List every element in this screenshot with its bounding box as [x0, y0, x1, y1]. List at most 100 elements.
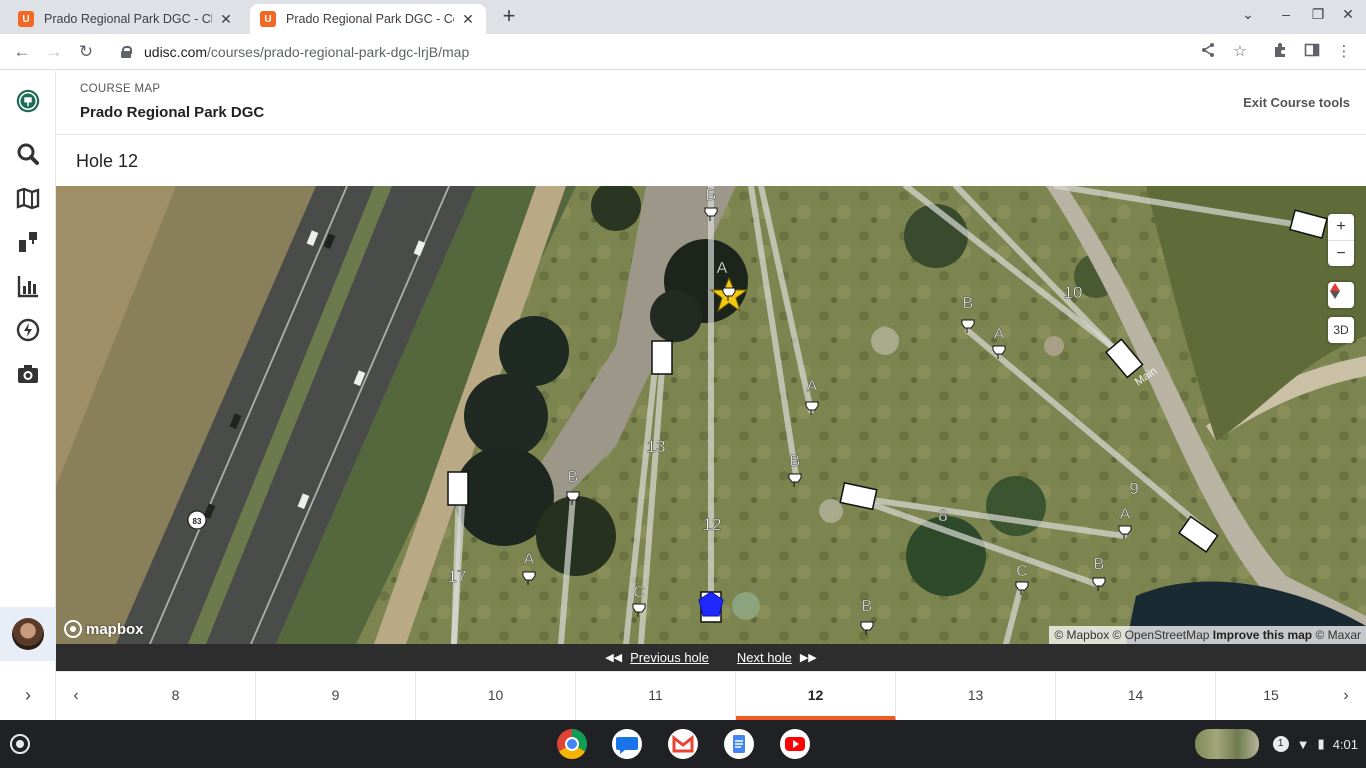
chrome-app-icon[interactable] — [555, 727, 589, 761]
address-bar[interactable]: udisc.com /courses/prado-regional-park-d… — [110, 38, 1260, 66]
hole-tab[interactable]: 14 — [1056, 672, 1216, 721]
previous-arrow-icon: ◀◀ — [605, 652, 623, 664]
hole-tab-active[interactable]: 12 — [736, 672, 896, 721]
bookmark-star-icon[interactable]: ☆ — [1230, 42, 1250, 62]
basket-label-a-left: A — [524, 551, 535, 568]
basket-icon[interactable] — [566, 491, 580, 505]
basket-icon[interactable] — [1015, 581, 1029, 595]
extensions-icon[interactable] — [1270, 42, 1290, 62]
basket-icon[interactable] — [992, 345, 1006, 359]
new-tab-button[interactable]: + — [498, 5, 520, 27]
tee-pad-right[interactable] — [1289, 209, 1328, 239]
course-map[interactable]: 83 B A A B B A B A C B C A B 13 12 17 10… — [56, 186, 1366, 644]
next-arrow-icon: ▶▶ — [799, 652, 817, 664]
improve-map-link[interactable]: Improve this map — [1213, 628, 1312, 642]
hole-number-9: 9 — [1129, 479, 1138, 498]
mapbox-logo[interactable]: mapbox — [64, 620, 144, 638]
holding-space-thumbnail[interactable] — [1194, 729, 1259, 759]
basket-icon[interactable] — [1118, 525, 1132, 539]
hole-number-17: 17 — [448, 567, 467, 586]
camera-icon[interactable] — [16, 362, 40, 386]
messages-app-icon[interactable] — [610, 727, 644, 761]
tee-signs-icon[interactable] — [16, 230, 40, 254]
tee-pad-17[interactable] — [447, 471, 469, 506]
hole-tab[interactable]: 10 — [416, 672, 576, 721]
browser-tab-1[interactable]: U Prado Regional Park DGC - Chin ✕ — [8, 4, 244, 34]
previous-hole-link[interactable]: Previous hole — [630, 650, 709, 665]
next-hole-link[interactable]: Next hole — [737, 650, 792, 665]
avatar-photo — [12, 618, 44, 650]
hole-tab[interactable]: 13 — [896, 672, 1056, 721]
side-panel-icon[interactable] — [1302, 42, 1322, 62]
zoom-in-button[interactable]: + — [1328, 214, 1354, 240]
clock-time[interactable]: 4:01 — [1333, 737, 1358, 752]
browser-toolbar: ← → ↻ udisc.com /courses/prado-regional-… — [0, 34, 1366, 70]
basket-icon[interactable] — [704, 207, 718, 221]
hole-tabs: ‹ 8 9 10 11 12 13 14 15 › — [56, 671, 1366, 721]
zoom-out-button[interactable]: − — [1328, 240, 1354, 266]
basket-label-b-right: B — [1094, 556, 1105, 573]
forward-arrow-icon[interactable]: → — [42, 40, 66, 64]
mapbox-logo-text: mapbox — [86, 620, 144, 638]
reload-icon[interactable]: ↻ — [74, 40, 98, 64]
tab-close-icon[interactable]: ✕ — [460, 11, 476, 28]
expand-sidebar-chevron-icon[interactable]: › — [16, 683, 40, 707]
attribution-mapbox[interactable]: © Mapbox — [1054, 628, 1109, 642]
notification-count-badge[interactable]: 1 — [1272, 736, 1289, 752]
basket-icon[interactable] — [805, 401, 819, 415]
app-sidebar: › — [0, 71, 56, 720]
hole-tab[interactable]: 15 — [1216, 672, 1326, 721]
tab-search-icon[interactable]: ⌄ — [1238, 6, 1258, 23]
basket-label-star-a: A — [717, 260, 728, 277]
hole-number-12: 12 — [703, 515, 722, 534]
gmail-app-icon[interactable] — [666, 727, 700, 761]
stats-chart-icon[interactable] — [16, 274, 40, 298]
compass-icon[interactable] — [1328, 282, 1354, 308]
basket-icon[interactable] — [1092, 577, 1106, 591]
youtube-app-icon[interactable] — [778, 727, 812, 761]
hole-tabs-scroll-right-icon[interactable]: › — [1326, 672, 1366, 721]
system-tray[interactable]: 1 ▼ ▮ 4:01 — [1194, 728, 1358, 760]
hole-tabs-scroll-left-icon[interactable]: ‹ — [56, 672, 96, 721]
launcher-icon[interactable] — [10, 734, 30, 754]
basket-icon[interactable] — [860, 621, 874, 635]
url-path: /courses/prado-regional-park-dgc-lrjB/ma… — [207, 44, 470, 60]
tab-title: Prado Regional Park DGC - Cour — [286, 12, 454, 26]
back-arrow-icon[interactable]: ← — [10, 40, 34, 64]
attribution-osm[interactable]: © OpenStreetMap — [1113, 628, 1210, 642]
tee-pad-9[interactable] — [1178, 515, 1219, 553]
browser-tab-2[interactable]: U Prado Regional Park DGC - Cour ✕ — [250, 4, 486, 34]
basket-icon[interactable] — [961, 319, 975, 333]
tab-close-icon[interactable]: ✕ — [218, 11, 234, 28]
user-avatar[interactable] — [0, 607, 56, 661]
os-shelf: 1 ▼ ▮ 4:01 — [0, 720, 1366, 768]
hole-number-13: 13 — [647, 437, 666, 456]
pitch-control: 3D — [1328, 317, 1354, 343]
tee-pad-8[interactable] — [839, 482, 878, 511]
lightning-icon[interactable] — [16, 318, 40, 342]
share-icon[interactable] — [1198, 42, 1218, 62]
restore-icon[interactable]: ❐ — [1308, 6, 1328, 23]
browser-menu-icon[interactable]: ⋮ — [1334, 42, 1354, 62]
window-close-icon[interactable]: ✕ — [1338, 6, 1358, 23]
minimize-icon[interactable]: – — [1276, 6, 1296, 22]
exit-course-tools-link[interactable]: Exit Course tools — [1243, 95, 1350, 110]
hole-tab[interactable]: 11 — [576, 672, 736, 721]
3d-toggle-button[interactable]: 3D — [1328, 317, 1354, 343]
tee-pad-13[interactable] — [651, 340, 673, 375]
tab-title: Prado Regional Park DGC - Chin — [44, 12, 212, 26]
tee-pad-10[interactable] — [1104, 338, 1144, 379]
basket-icon[interactable] — [632, 603, 646, 617]
hole-tab[interactable]: 9 — [256, 672, 416, 721]
hole-tab[interactable]: 8 — [96, 672, 256, 721]
mapbox-logo-icon — [64, 620, 82, 638]
basket-label-c-bottom: C — [633, 584, 645, 601]
search-icon[interactable] — [16, 142, 40, 166]
attribution-maxar[interactable]: © Maxar — [1315, 628, 1361, 642]
docs-app-icon[interactable] — [722, 727, 756, 761]
hole-title: Hole 12 — [76, 151, 139, 171]
udisc-logo-icon[interactable] — [16, 89, 40, 113]
course-map-icon[interactable] — [16, 186, 40, 210]
basket-icon[interactable] — [788, 473, 802, 487]
basket-icon[interactable] — [522, 571, 536, 585]
